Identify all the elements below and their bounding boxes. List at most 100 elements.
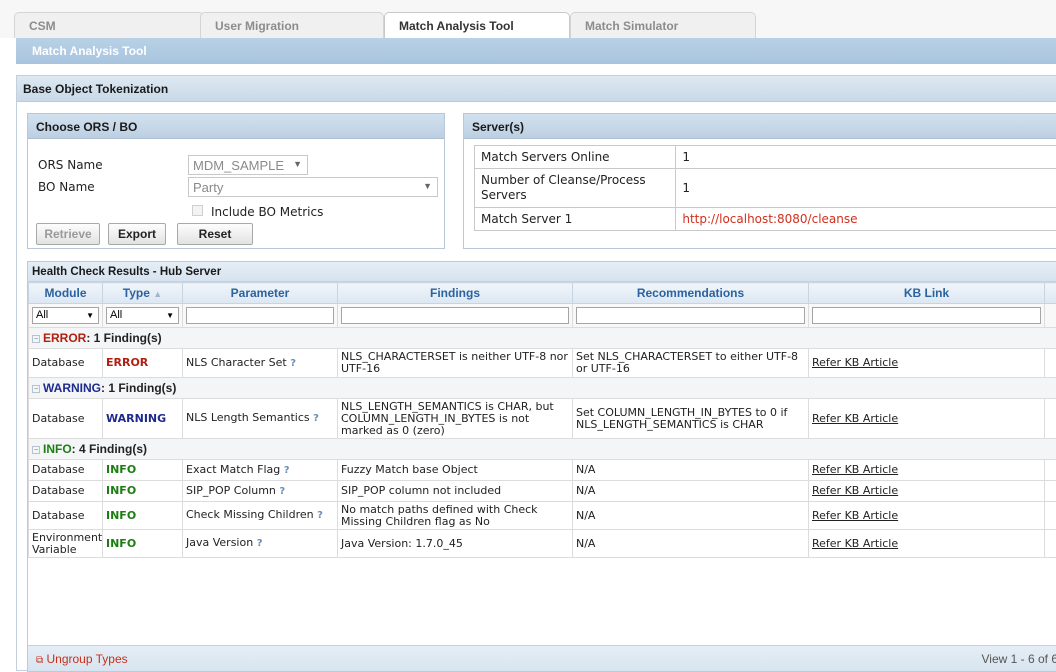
type-cell: INFO (103, 460, 183, 481)
sort-asc-icon: ▲ (153, 289, 162, 299)
table-row: Number of Cleanse/Process Servers 1 (475, 169, 1056, 208)
choose-ors-bo-panel: Choose ORS / BO ORS Name MDM_SAMPLE ▼ BO… (27, 113, 445, 249)
chevron-down-icon: ▼ (293, 159, 302, 169)
column-header-kb-link[interactable]: KB Link (809, 283, 1045, 304)
findings-filter-input[interactable] (341, 307, 569, 324)
findings-cell: NLS_CHARACTERSET is neither UTF-8 nor UT… (338, 349, 573, 378)
findings-cell: Java Version: 1.7.0_45 (338, 530, 573, 558)
ors-name-label: ORS Name (38, 158, 103, 172)
table-row: Database INFO Exact Match Flag ? Fuzzy M… (29, 460, 1056, 481)
recommendations-cell: N/A (573, 502, 809, 530)
type-cell: ERROR (103, 349, 183, 378)
recommendations-cell: N/A (573, 530, 809, 558)
group-label: ERROR (43, 331, 86, 345)
parameter-cell: SIP_POP Column ? (183, 481, 338, 502)
column-header-type[interactable]: Type ▲ (103, 283, 183, 304)
type-filter-select[interactable]: All▼ (106, 307, 179, 324)
tab-user-migration[interactable]: User Migration (200, 12, 384, 38)
tab-csm[interactable]: CSM (14, 12, 204, 38)
minus-icon[interactable]: − (32, 385, 40, 393)
module-filter-select[interactable]: All ▼ (32, 307, 99, 324)
findings-cell: SIP_POP column not included (338, 481, 573, 502)
kb-article-link[interactable]: Refer KB Article (812, 537, 898, 550)
module-filter-value: All (36, 309, 48, 321)
parameter-filter-input[interactable] (186, 307, 334, 324)
module-cell: Environment Variable (29, 530, 103, 558)
parameter-text: Java Version (186, 536, 253, 549)
table-row: Match Server 1 http://localhost:8080/cle… (475, 208, 1056, 231)
ungroup-types-button[interactable]: ⧉ Ungroup Types (36, 652, 128, 666)
table-row: Environment Variable INFO Java Version ?… (29, 530, 1056, 558)
tab-match-simulator[interactable]: Match Simulator (570, 12, 756, 38)
parameter-cell: Exact Match Flag ? (183, 460, 338, 481)
recommendations-filter-input[interactable] (576, 307, 805, 324)
question-mark-icon[interactable]: ? (279, 486, 285, 497)
question-mark-icon[interactable]: ? (290, 358, 296, 369)
recommendations-cell: Set COLUMN_LENGTH_IN_BYTES to 0 if NLS_L… (573, 399, 809, 439)
parameter-cell: Check Missing Children ? (183, 502, 338, 530)
group-header-error[interactable]: −ERROR: 1 Finding(s) (29, 328, 1056, 349)
parameter-cell: Java Version ? (183, 530, 338, 558)
group-count: : 4 Finding(s) (72, 442, 147, 456)
module-cell: Database (29, 460, 103, 481)
parameter-text: NLS Length Semantics (186, 411, 310, 424)
column-header-parameter[interactable]: Parameter (183, 283, 338, 304)
ors-name-value: MDM_SAMPLE (193, 158, 284, 173)
match-server-url-link[interactable]: http://localhost:8080/cleanse (676, 208, 1056, 231)
recommendations-cell: N/A (573, 460, 809, 481)
module-cell: Database (29, 502, 103, 530)
health-check-grid: Health Check Results - Hub Server Module… (27, 261, 1056, 672)
header-row: Module Type ▲ Parameter Findings Recomme… (29, 283, 1056, 304)
group-header-warning[interactable]: −WARNING: 1 Finding(s) (29, 378, 1056, 399)
kb-article-link[interactable]: Refer KB Article (812, 484, 898, 497)
question-mark-icon[interactable]: ? (257, 538, 263, 549)
column-header-findings[interactable]: Findings (338, 283, 573, 304)
type-cell: INFO (103, 481, 183, 502)
server-value: 1 (676, 169, 1056, 208)
parameter-cell: NLS Character Set ? (183, 349, 338, 378)
minus-icon[interactable]: − (32, 446, 40, 454)
question-mark-icon[interactable]: ? (313, 413, 319, 424)
export-button[interactable]: Export (108, 223, 166, 245)
kb-article-link[interactable]: Refer KB Article (812, 509, 898, 522)
server-label: Number of Cleanse/Process Servers (475, 169, 676, 208)
bo-name-select[interactable]: Party ▼ (188, 177, 438, 197)
findings-cell: No match paths defined with Check Missin… (338, 502, 573, 530)
module-cell: Database (29, 481, 103, 502)
server-label: Match Server 1 (475, 208, 676, 231)
sub-title: Match Analysis Tool (32, 44, 147, 58)
tab-match-analysis-tool[interactable]: Match Analysis Tool (384, 12, 570, 38)
table-row: Database ERROR NLS Character Set ? NLS_C… (29, 349, 1056, 378)
minus-icon[interactable]: − (32, 335, 40, 343)
include-bo-metrics-label: Include BO Metrics (211, 205, 323, 219)
retrieve-button[interactable]: Retrieve (36, 223, 100, 245)
group-header-info[interactable]: −INFO: 4 Finding(s) (29, 439, 1056, 460)
table-row: Database INFO Check Missing Children ? N… (29, 502, 1056, 530)
servers-table: Match Servers Online 1 Number of Cleanse… (474, 145, 1056, 231)
health-check-table: Module Type ▲ Parameter Findings Recomme… (28, 282, 1056, 558)
table-row: Match Servers Online 1 (475, 146, 1056, 169)
kb-article-link[interactable]: Refer KB Article (812, 463, 898, 476)
group-label: INFO (43, 442, 72, 456)
kb-link-filter-input[interactable] (812, 307, 1041, 324)
group-count: : 1 Finding(s) (101, 381, 176, 395)
question-mark-icon[interactable]: ? (317, 510, 323, 521)
parameter-text: Exact Match Flag (186, 463, 280, 476)
module-cell: Database (29, 399, 103, 439)
ungroup-label: Ungroup Types (46, 652, 127, 666)
server-value: 1 (676, 146, 1056, 169)
column-header-module[interactable]: Module (29, 283, 103, 304)
column-header-spacer (1045, 283, 1056, 304)
reset-button[interactable]: Reset (177, 223, 253, 245)
chevron-down-icon: ▼ (423, 181, 432, 191)
ungroup-icon: ⧉ (36, 655, 43, 666)
ors-name-select[interactable]: MDM_SAMPLE ▼ (188, 155, 308, 175)
kb-article-link[interactable]: Refer KB Article (812, 356, 898, 369)
kb-article-link[interactable]: Refer KB Article (812, 412, 898, 425)
chevron-down-icon: ▼ (86, 310, 94, 322)
include-bo-metrics-checkbox[interactable] (192, 205, 203, 216)
column-header-recommendations[interactable]: Recommendations (573, 283, 809, 304)
question-mark-icon[interactable]: ? (284, 465, 290, 476)
parameter-text: NLS Character Set (186, 356, 287, 369)
type-header-label: Type (123, 286, 150, 300)
